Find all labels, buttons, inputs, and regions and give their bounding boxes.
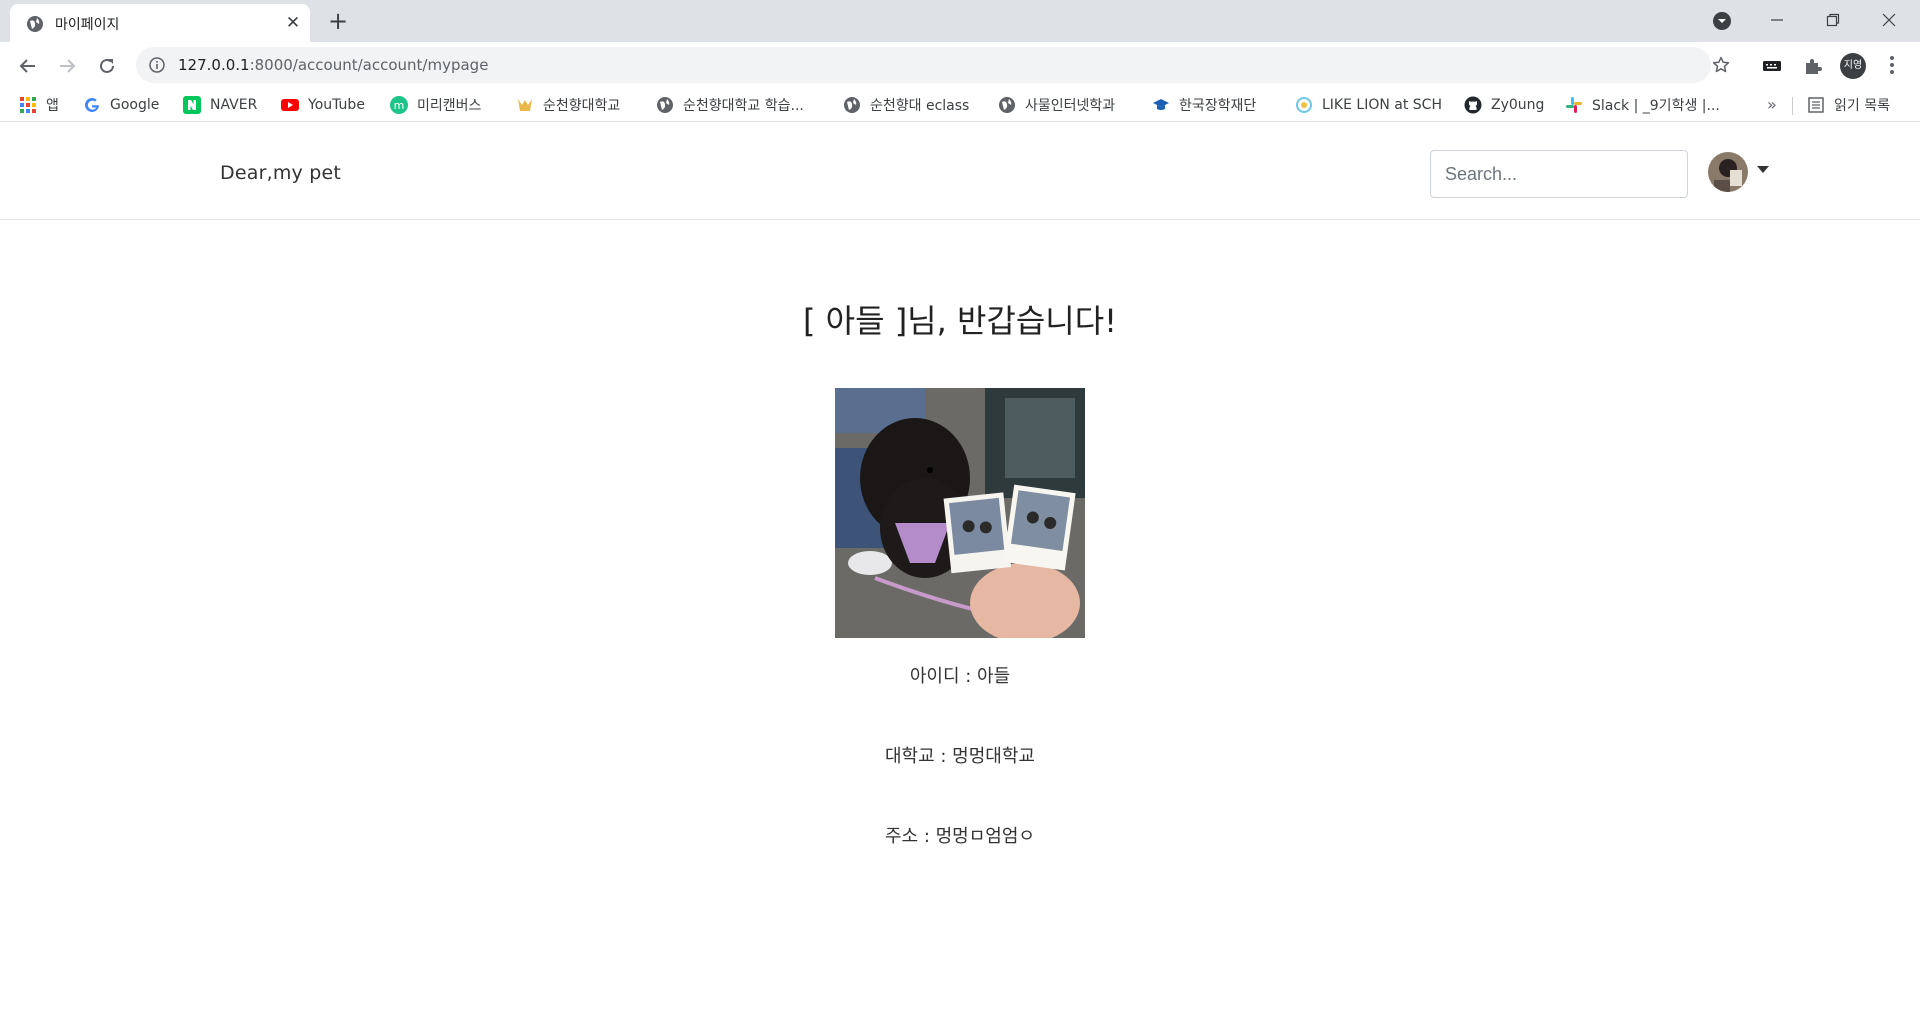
profile-photo <box>835 388 1085 638</box>
user-id-text: 아이디 : 아들 <box>909 666 1011 687</box>
bookmark-label: 한국장학재단 <box>1179 98 1257 114</box>
caret-down-icon[interactable] <box>1757 166 1769 174</box>
youtube-icon <box>281 99 299 111</box>
bookmark-naver[interactable]: NAVER <box>183 93 257 117</box>
bookmark-apps[interactable]: 앱 <box>19 93 59 117</box>
url-text[interactable]: 127.0.0.1:8000/account/account/mypage <box>178 56 488 74</box>
reading-list-icon <box>1808 97 1824 113</box>
reload-icon[interactable] <box>93 52 121 80</box>
browser-menu-icon[interactable] <box>1882 54 1902 76</box>
search-input[interactable] <box>1430 150 1688 198</box>
site-navbar: Dear,my pet <box>0 122 1920 220</box>
forward-icon[interactable] <box>53 52 81 80</box>
extensions-puzzle-icon[interactable] <box>1803 56 1823 76</box>
close-tab-icon[interactable]: ✕ <box>282 12 304 34</box>
bookmark-miricanvas[interactable]: m 미리캔버스 <box>390 93 481 117</box>
address-text: 주소 : 멍멍ㅁ엄엄ㅇ <box>885 826 1035 847</box>
naver-icon <box>183 96 201 114</box>
browser-toolbar: 127.0.0.1:8000/account/account/mypage 지영 <box>0 42 1920 89</box>
bookmark-label: 순천향대학교 학습... <box>683 98 804 114</box>
university-text: 대학교 : 멍멍대학교 <box>885 746 1035 767</box>
bookmark-label: 미리캔버스 <box>417 98 482 114</box>
globe-icon <box>657 97 673 113</box>
bookmark-google[interactable]: Google <box>83 93 159 117</box>
new-tab-icon[interactable]: + <box>324 8 352 36</box>
user-avatar[interactable] <box>1708 152 1748 192</box>
tab-search-icon[interactable] <box>1712 11 1732 31</box>
bookmarks-overflow-button[interactable]: » <box>1767 95 1777 114</box>
bookmark-slack[interactable]: Slack | _9기학생 |... <box>1565 93 1720 117</box>
likelion-icon <box>1296 97 1312 113</box>
bookmark-label: Slack | _9기학생 |... <box>1592 98 1720 114</box>
globe-icon <box>27 16 43 32</box>
site-info-icon[interactable] <box>149 57 165 73</box>
bookmark-label: 순천향대 eclass <box>870 98 970 114</box>
back-icon[interactable] <box>14 52 42 80</box>
tab-title: 마이페이지 <box>55 17 120 33</box>
close-window-icon[interactable] <box>1866 6 1912 34</box>
reading-list-button[interactable]: 읽기 목록 <box>1807 93 1890 117</box>
bookmark-label: 순천향대학교 <box>543 98 621 114</box>
bookmark-sch-university[interactable]: 순천향대학교 <box>516 93 620 117</box>
globe-icon <box>844 97 860 113</box>
svg-text:m: m <box>394 99 405 112</box>
bookmark-github[interactable]: Zy0ung <box>1464 93 1544 117</box>
bookmarks-bar: 앱 Google NAVER YouTube m 미리캔버스 순천향대학교 순천… <box>0 89 1920 122</box>
restore-icon[interactable] <box>1810 6 1856 34</box>
browser-tab[interactable]: 마이페이지 ✕ <box>10 4 310 42</box>
bookmark-label: NAVER <box>210 97 258 113</box>
bookmark-label: YouTube <box>308 97 365 113</box>
address-bar[interactable]: 127.0.0.1:8000/account/account/mypage <box>136 47 1730 83</box>
miricanvas-icon: m <box>390 96 408 114</box>
bookmark-youtube[interactable]: YouTube <box>281 93 365 117</box>
university-crest-icon <box>518 99 532 111</box>
url-path: :8000/account/account/mypage <box>249 56 489 74</box>
bookmarks-divider <box>1792 97 1793 115</box>
keyboard-extension-icon[interactable] <box>1762 56 1782 76</box>
bookmark-label: 사물인터넷학과 <box>1025 98 1116 114</box>
bookmark-iot-dept[interactable]: 사물인터넷학과 <box>998 93 1115 117</box>
globe-icon <box>999 97 1015 113</box>
bookmark-star-icon[interactable] <box>1712 56 1730 74</box>
minimize-icon[interactable] <box>1754 6 1800 34</box>
reading-list-label: 읽기 목록 <box>1834 98 1890 114</box>
github-icon <box>1464 96 1482 114</box>
apps-grid-icon <box>20 97 36 113</box>
bookmark-label: 앱 <box>46 98 59 114</box>
bookmark-likelion[interactable]: LIKE LION at SCH <box>1295 93 1442 117</box>
tab-strip: 마이페이지 ✕ + <box>0 0 1920 42</box>
browser-profile-avatar[interactable]: 지영 <box>1840 53 1866 79</box>
google-icon <box>85 97 99 112</box>
slack-icon <box>1566 97 1582 113</box>
greeting-title: [ 아들 ]님, 반갑습니다! <box>802 302 1117 340</box>
bookmark-kosaf[interactable]: 한국장학재단 <box>1152 93 1256 117</box>
bookmark-sch-eclass[interactable]: 순천향대 eclass <box>843 93 969 117</box>
graduation-cap-icon <box>1153 99 1169 110</box>
bookmark-label: LIKE LION at SCH <box>1322 97 1442 113</box>
bookmark-sch-learning[interactable]: 순천향대학교 학습... <box>656 93 804 117</box>
bookmark-label: Zy0ung <box>1491 97 1545 113</box>
page-viewport: Dear,my pet [ 아들 ]님, 반갑습니다! <box>0 122 1920 1030</box>
site-brand-link[interactable]: Dear,my pet <box>220 162 341 184</box>
bookmark-label: Google <box>110 97 160 113</box>
url-host: 127.0.0.1 <box>178 56 250 74</box>
